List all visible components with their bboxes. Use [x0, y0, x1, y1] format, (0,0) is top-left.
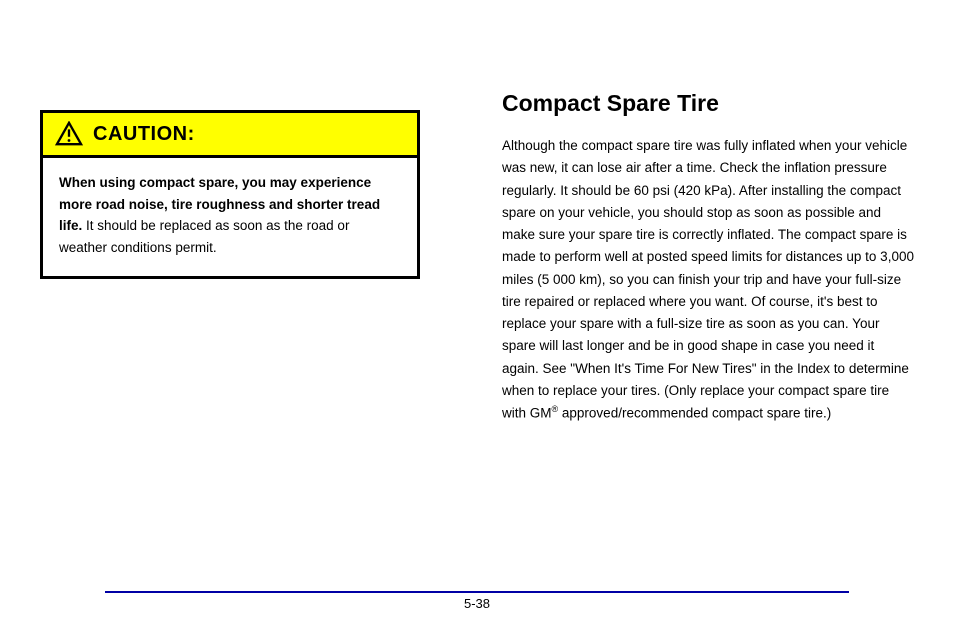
para-text-2: -size tire repaired or replaced where yo…: [502, 272, 909, 421]
caution-title: CAUTION:: [93, 123, 195, 146]
caution-body: When using compact spare, you may experi…: [43, 158, 417, 276]
warning-triangle-icon: [55, 121, 83, 147]
page-number: 5-38: [464, 596, 490, 611]
section-paragraph: Although the compact spare tire was full…: [502, 135, 914, 425]
footer-divider: [105, 591, 849, 593]
right-column: Compact Spare Tire Although the compact …: [502, 40, 914, 425]
caution-normal-text: It should be replaced as soon as the roa…: [59, 218, 349, 255]
section-title: Compact Spare Tire: [502, 90, 914, 117]
para-text-1: Although the compact spare tire was full…: [502, 138, 914, 287]
caution-header: CAUTION:: [43, 113, 417, 158]
para-text-3: approved/recommended compact spare tire.…: [558, 406, 831, 421]
left-column: CAUTION: When using compact spare, you m…: [40, 40, 452, 425]
caution-box: CAUTION: When using compact spare, you m…: [40, 110, 420, 279]
